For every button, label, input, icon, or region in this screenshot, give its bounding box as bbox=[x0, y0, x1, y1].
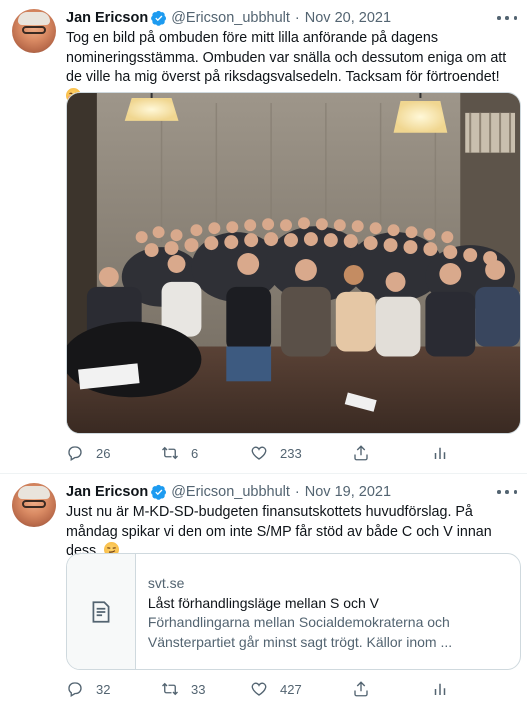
heart-icon bbox=[251, 446, 267, 460]
tweet-actions: 26 6 233 bbox=[66, 444, 456, 464]
share-button[interactable] bbox=[352, 444, 382, 462]
analytics-button[interactable] bbox=[431, 444, 461, 462]
author-name[interactable]: Jan Ericson bbox=[66, 484, 148, 500]
reply-button[interactable]: 32 bbox=[66, 680, 110, 698]
card-domain: svt.se bbox=[147, 575, 185, 591]
card-title: Låst förhandlingsläge mellan S och V bbox=[147, 594, 380, 611]
reply-button[interactable]: 26 bbox=[66, 444, 110, 462]
retweet-count: 6 bbox=[191, 445, 199, 461]
tweet-date[interactable]: Nov 19, 2021 bbox=[305, 484, 391, 500]
tweet[interactable]: Jan Ericson @Ericson_ubbhult · Nov 20, 2… bbox=[0, 0, 527, 473]
reply-count: 26 bbox=[96, 445, 111, 461]
tweet-actions: 32 33 427 bbox=[66, 680, 456, 700]
reply-count: 32 bbox=[96, 681, 111, 697]
more-options-icon[interactable] bbox=[497, 10, 517, 26]
separator-dot: · bbox=[294, 10, 300, 26]
reply-icon bbox=[68, 446, 82, 461]
share-icon bbox=[354, 445, 368, 461]
article-icon bbox=[92, 600, 110, 623]
analytics-icon bbox=[434, 683, 446, 695]
separator-dot: · bbox=[294, 484, 300, 500]
share-icon bbox=[354, 681, 368, 697]
retweet-count: 33 bbox=[191, 681, 206, 697]
author-handle[interactable]: @Ericson_ubbhult bbox=[171, 10, 290, 26]
retweet-button[interactable]: 33 bbox=[161, 680, 205, 698]
card-description: Förhandlingarna mellan Socialdemokratern… bbox=[147, 614, 453, 650]
tweet[interactable]: Jan Ericson @Ericson_ubbhult · Nov 19, 2… bbox=[0, 474, 527, 711]
analytics-button[interactable] bbox=[431, 680, 461, 698]
card-thumbnail bbox=[67, 554, 136, 669]
avatar[interactable] bbox=[12, 9, 56, 53]
like-button[interactable]: 233 bbox=[250, 444, 302, 462]
reply-icon bbox=[68, 682, 82, 697]
tweet-photo[interactable] bbox=[66, 92, 521, 434]
tweet-header: Jan Ericson @Ericson_ubbhult · Nov 19, 2… bbox=[66, 482, 391, 502]
verified-badge-icon bbox=[151, 484, 167, 500]
tweet-header: Jan Ericson @Ericson_ubbhult · Nov 20, 2… bbox=[66, 8, 391, 28]
retweet-icon bbox=[162, 446, 178, 460]
like-count: 427 bbox=[280, 681, 302, 697]
more-options-icon[interactable] bbox=[497, 484, 517, 500]
author-name[interactable]: Jan Ericson bbox=[66, 10, 148, 26]
card-body: svt.se Låst förhandlingsläge mellan S oc… bbox=[136, 554, 520, 669]
share-button[interactable] bbox=[352, 680, 382, 698]
like-button[interactable]: 427 bbox=[250, 680, 302, 698]
heart-icon bbox=[251, 682, 267, 696]
retweet-button[interactable]: 6 bbox=[161, 444, 198, 462]
verified-badge-icon bbox=[151, 10, 167, 26]
link-card[interactable]: svt.se Låst förhandlingsläge mellan S oc… bbox=[66, 553, 521, 670]
retweet-icon bbox=[162, 682, 178, 696]
author-handle[interactable]: @Ericson_ubbhult bbox=[171, 484, 290, 500]
analytics-icon bbox=[434, 447, 446, 459]
avatar[interactable] bbox=[12, 483, 56, 527]
tweet-date[interactable]: Nov 20, 2021 bbox=[305, 10, 391, 26]
like-count: 233 bbox=[280, 445, 302, 461]
